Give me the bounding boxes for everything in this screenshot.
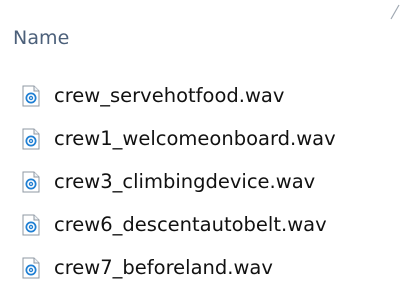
audio-file-icon <box>22 214 40 236</box>
file-name: crew1_welcomeonboard.wav <box>54 127 336 150</box>
file-name: crew3_climbingdevice.wav <box>54 170 316 193</box>
file-item[interactable]: crew3_climbingdevice.wav <box>20 166 336 209</box>
file-name: crew6_descentautobelt.wav <box>54 213 327 236</box>
file-name: crew7_beforeland.wav <box>54 256 273 279</box>
file-item[interactable]: crew_servehotfood.wav <box>20 80 336 123</box>
file-name: crew_servehotfood.wav <box>54 84 285 107</box>
audio-file-icon <box>22 171 40 193</box>
file-explorer-details-pane: Name crew_servehotfood.wav crew1_welcome… <box>0 0 401 283</box>
file-item[interactable]: crew6_descentautobelt.wav <box>20 209 336 252</box>
name-column-header[interactable]: Name <box>13 24 69 52</box>
audio-file-icon <box>22 85 40 107</box>
column-resize-mark-icon <box>390 4 400 20</box>
file-item[interactable]: crew7_beforeland.wav <box>20 252 336 283</box>
file-item[interactable]: crew1_welcomeonboard.wav <box>20 123 336 166</box>
audio-file-icon <box>22 257 40 279</box>
audio-file-icon <box>22 128 40 150</box>
file-list: crew_servehotfood.wav crew1_welcomeonboa… <box>20 80 336 283</box>
